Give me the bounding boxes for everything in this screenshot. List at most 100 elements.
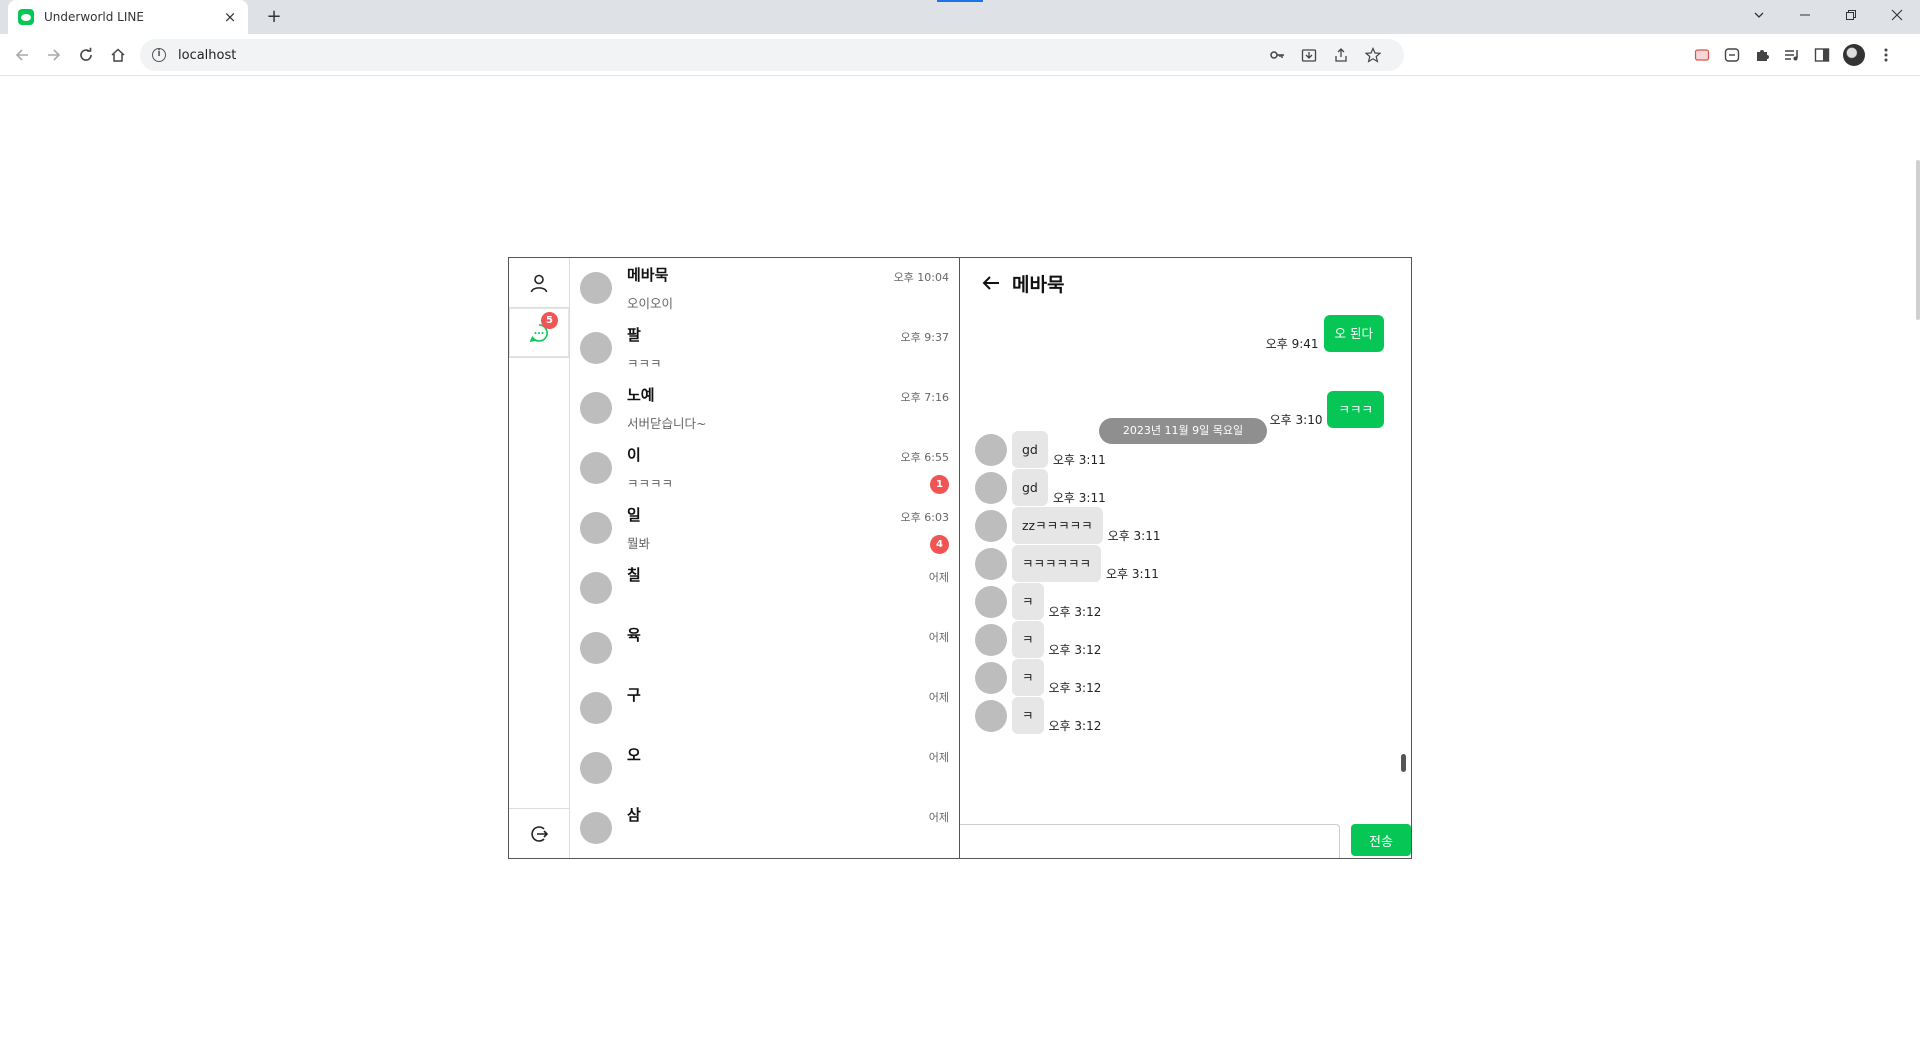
- cast-extension-icon[interactable]: [1693, 46, 1711, 64]
- message-bubble: ㅋ: [1012, 621, 1044, 658]
- message-scrollbar[interactable]: [1401, 754, 1406, 772]
- message-bubble: 오 된다: [1323, 315, 1384, 352]
- chat-room-item[interactable]: 이 ㅋㅋㅋㅋ 오후 6:55 1: [570, 438, 959, 498]
- room-name: 구: [627, 686, 641, 704]
- message-bubble: ㅋㅋㅋ: [1327, 391, 1384, 428]
- sent-message: 오후 3:10 ㅋㅋㅋ: [1265, 391, 1384, 428]
- room-name: 칠: [627, 566, 641, 584]
- chat-room-item[interactable]: 삼 어제: [570, 798, 959, 858]
- avatar: [580, 452, 612, 484]
- room-time: 오후 10:04: [893, 271, 949, 284]
- message-time: 오후 3:11: [1052, 491, 1106, 505]
- line-app-window: 5 메바묵 오이오이 오후 10:04 팔 ㅋㅋㅋ 오후 9:37 노예 서버닫습니다~ 오후 …: [508, 257, 1412, 859]
- avatar: [580, 692, 612, 724]
- media-queue-icon[interactable]: [1783, 46, 1801, 64]
- avatar: [580, 332, 612, 364]
- room-time: 어제: [928, 631, 949, 644]
- avatar: [975, 585, 1007, 618]
- password-key-icon[interactable]: [1268, 46, 1286, 64]
- extensions-puzzle-icon[interactable]: [1753, 46, 1771, 64]
- chat-room-item[interactable]: 육 어제: [570, 618, 959, 678]
- browser-menu-icon[interactable]: [1877, 46, 1895, 64]
- chat-room-item[interactable]: 팔 ㅋㅋㅋ 오후 9:37: [570, 318, 959, 378]
- chat-title: 메바묵: [1012, 273, 1065, 296]
- room-last-message: ㅋㅋㅋㅋ: [627, 476, 674, 491]
- chat-room-item[interactable]: 노예 서버닫습니다~ 오후 7:16: [570, 378, 959, 438]
- chat-room-item[interactable]: 칠 어제: [570, 558, 959, 618]
- install-app-icon[interactable]: [1300, 46, 1318, 64]
- avatar: [580, 812, 612, 844]
- room-name: 팔: [627, 326, 641, 344]
- home-icon[interactable]: [104, 41, 132, 69]
- unread-badge: 5: [541, 312, 558, 329]
- room-time: 오후 9:37: [900, 331, 949, 344]
- received-message: ㅋㅋㅋㅋㅋㅋ 오후 3:11: [975, 545, 1164, 582]
- room-last-message: 오이오이: [627, 296, 674, 311]
- share-icon[interactable]: [1332, 46, 1350, 64]
- reload-icon[interactable]: [72, 41, 100, 69]
- logout-icon: [531, 825, 549, 842]
- chat-room-item[interactable]: 오 어제: [570, 738, 959, 798]
- sent-message: 오후 9:41 오 된다: [1261, 315, 1384, 352]
- chat-room-item[interactable]: 일 뭘봐 오후 6:03 4: [570, 498, 959, 558]
- tab-search-icon[interactable]: [1736, 0, 1782, 30]
- close-window-icon[interactable]: [1874, 0, 1920, 30]
- new-tab-button[interactable]: +: [262, 5, 286, 29]
- avatar: [975, 623, 1007, 656]
- composer: 전송: [960, 824, 1411, 858]
- message-time: 오후 3:12: [1048, 681, 1102, 695]
- message-area: 2023년 11월 9일 목요일 오후 9:41 오 된다 오후 3:10 ㅋㅋㅋ gd…: [960, 308, 1411, 812]
- unread-badge: 1: [930, 475, 949, 494]
- room-time: 어제: [928, 811, 949, 824]
- room-name: 일: [627, 506, 641, 524]
- room-time: 어제: [928, 691, 949, 704]
- line-extension-icon[interactable]: [1723, 46, 1741, 64]
- browser-tab-strip: Underworld LINE × +: [0, 0, 1920, 34]
- omnibox[interactable]: i localhost: [140, 39, 1404, 71]
- received-message: ㅋ 오후 3:12: [975, 697, 1106, 734]
- room-time: 오후 7:16: [900, 391, 949, 404]
- chat-room-list: 메바묵오이오이 오후 10:04 팔 ㅋㅋㅋ 오후 9:37 노예 서버닫습니다~ 오후 7:…: [570, 258, 960, 858]
- browser-tab[interactable]: Underworld LINE ×: [8, 0, 248, 34]
- restore-icon[interactable]: [1828, 0, 1874, 30]
- received-message: zzㅋㅋㅋㅋㅋ 오후 3:11: [975, 507, 1165, 544]
- tab-close-icon[interactable]: ×: [222, 8, 238, 26]
- avatar: [975, 699, 1007, 732]
- site-info-icon[interactable]: i: [152, 48, 166, 62]
- back-arrow-icon[interactable]: [980, 272, 1002, 294]
- room-time: 어제: [928, 571, 949, 584]
- profile-avatar[interactable]: [1843, 44, 1865, 66]
- message-bubble: gd: [1012, 469, 1048, 506]
- side-panel-icon[interactable]: [1813, 46, 1831, 64]
- avatar: [975, 471, 1007, 504]
- avatar: [580, 272, 612, 304]
- received-message: ㅋ 오후 3:12: [975, 621, 1106, 658]
- chat-room-item[interactable]: 메바묵오이오이 오후 10:04: [570, 258, 959, 318]
- page-scrollbar[interactable]: [1916, 160, 1920, 320]
- forward-nav-icon[interactable]: [40, 41, 68, 69]
- room-name: 삼: [627, 806, 641, 824]
- bookmark-star-icon[interactable]: [1364, 46, 1382, 64]
- message-time: 오후 3:12: [1048, 605, 1102, 619]
- message-input[interactable]: [960, 824, 1340, 858]
- avatar: [975, 433, 1007, 466]
- send-button[interactable]: 전송: [1351, 824, 1411, 856]
- room-name: 메바묵: [627, 266, 669, 284]
- url-text: localhost: [178, 47, 237, 63]
- tab-strip-indicator: [937, 0, 983, 2]
- avatar: [975, 547, 1007, 580]
- received-message: ㅋ 오후 3:12: [975, 659, 1106, 696]
- chat-panel: 메바묵 2023년 11월 9일 목요일 오후 9:41 오 된다 오후 3:10 ㅋ…: [960, 258, 1411, 858]
- room-name: 오: [627, 746, 641, 764]
- logout-button[interactable]: [509, 808, 569, 858]
- chats-tab[interactable]: 5: [509, 308, 569, 358]
- minimize-icon[interactable]: [1782, 0, 1828, 30]
- avatar: [580, 632, 612, 664]
- friends-tab[interactable]: [509, 258, 569, 308]
- omnibox-actions: [1268, 39, 1382, 71]
- received-message: gd 오후 3:11: [975, 469, 1111, 506]
- window-controls: [1736, 0, 1920, 34]
- back-nav-icon[interactable]: [8, 41, 36, 69]
- message-time: 오후 3:10: [1269, 413, 1323, 427]
- chat-room-item[interactable]: 구 어제: [570, 678, 959, 738]
